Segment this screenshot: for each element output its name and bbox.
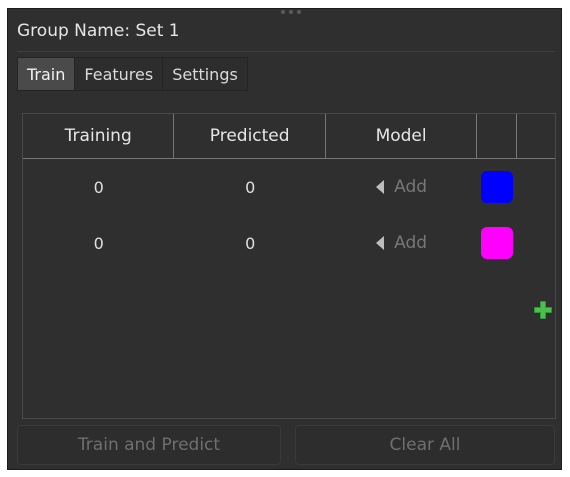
training-count: 0 [93,177,104,197]
table-header: Training Predicted Model [23,114,555,159]
caret-left-icon [376,180,385,194]
extra-cell [517,159,555,215]
grip-icon[interactable] [276,10,306,16]
training-count: 0 [93,233,104,253]
color-cell [477,215,517,271]
column-header-training[interactable]: Training [23,114,175,158]
color-swatch[interactable] [481,171,514,203]
add-model-button[interactable]: Add [376,233,427,253]
model-cell: Add [326,215,477,271]
group-title: Group Name: Set 1 [17,21,180,41]
table-row: 0 0 Add [23,215,555,271]
color-swatch[interactable] [481,227,514,259]
group-panel: Group Name: Set 1 Train Features Setting… [7,8,562,470]
add-model-label: Add [394,233,428,253]
predicted-count: 0 [245,177,256,197]
add-model-button[interactable]: Add [376,177,427,197]
training-table: Training Predicted Model 0 0 Add 0 0 Add [22,113,556,419]
tab-settings[interactable]: Settings [163,57,248,91]
color-cell [477,159,517,215]
tab-train[interactable]: Train [17,57,76,91]
tab-features[interactable]: Features [75,57,164,91]
predicted-count: 0 [245,233,256,253]
extra-cell [517,215,555,271]
column-header-extra[interactable] [517,114,555,158]
clear-all-button[interactable]: Clear All [295,425,555,465]
column-header-predicted[interactable]: Predicted [174,114,326,158]
tab-bar: Train Features Settings [17,57,248,91]
column-header-model[interactable]: Model [326,114,478,158]
title-divider [17,51,555,52]
model-cell: Add [326,159,477,215]
plus-icon[interactable] [533,300,553,320]
add-model-label: Add [394,177,428,197]
column-header-color[interactable] [477,114,518,158]
train-and-predict-button[interactable]: Train and Predict [17,425,281,465]
table-row: 0 0 Add [23,159,555,215]
caret-left-icon [376,236,385,250]
